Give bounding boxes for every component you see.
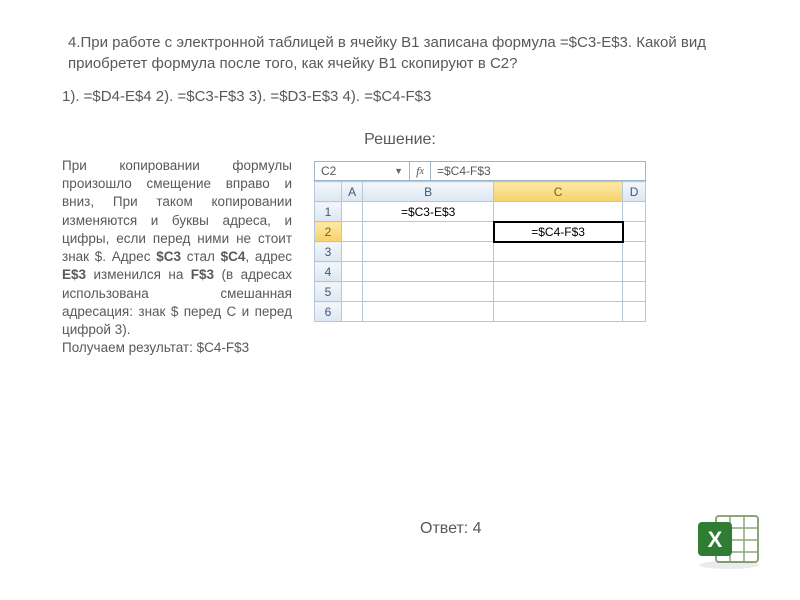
row-header-1[interactable]: 1 (315, 202, 342, 222)
spreadsheet-grid: A B C D 1 =$С3-E$3 2 =$C4-F$3 3 (314, 181, 646, 322)
cell-a2[interactable] (342, 222, 363, 242)
cell-c2[interactable]: =$C4-F$3 (494, 222, 623, 242)
row-header-5[interactable]: 5 (315, 282, 342, 302)
cell-b3[interactable] (363, 242, 494, 262)
cell-d6[interactable] (623, 302, 646, 322)
final-answer: Ответ: 4 (420, 520, 482, 538)
cell-d1[interactable] (623, 202, 646, 222)
formula-bar: C2 ▼ fx =$C4-F$3 (314, 161, 646, 181)
cell-a3[interactable] (342, 242, 363, 262)
excel-icon: X (694, 510, 764, 570)
col-header-b[interactable]: B (363, 182, 494, 202)
row-header-4[interactable]: 4 (315, 262, 342, 282)
row-header-3[interactable]: 3 (315, 242, 342, 262)
cell-d5[interactable] (623, 282, 646, 302)
svg-text:X: X (708, 527, 723, 552)
cell-d4[interactable] (623, 262, 646, 282)
cell-a6[interactable] (342, 302, 363, 322)
cell-c5[interactable] (494, 282, 623, 302)
question-text: 4.При работе с электронной таблицей в яч… (0, 0, 800, 74)
corner-cell[interactable] (315, 182, 342, 202)
col-header-d[interactable]: D (623, 182, 646, 202)
cell-c3[interactable] (494, 242, 623, 262)
cell-d3[interactable] (623, 242, 646, 262)
answer-options: 1). =$D4-E$4 2). =$C3-F$3 3). =$D3-E$3 4… (0, 74, 800, 107)
cell-b4[interactable] (363, 262, 494, 282)
cell-c4[interactable] (494, 262, 623, 282)
col-header-c[interactable]: C (494, 182, 623, 202)
cell-a5[interactable] (342, 282, 363, 302)
cell-b6[interactable] (363, 302, 494, 322)
row-header-2[interactable]: 2 (315, 222, 342, 242)
name-box[interactable]: C2 ▼ (315, 162, 410, 180)
spreadsheet-fragment: C2 ▼ fx =$C4-F$3 A B C D 1 =$С3-E$3 (314, 157, 788, 357)
cell-c1[interactable] (494, 202, 623, 222)
solution-heading: Решение: (0, 107, 800, 157)
cell-a4[interactable] (342, 262, 363, 282)
cell-b5[interactable] (363, 282, 494, 302)
cell-c6[interactable] (494, 302, 623, 322)
col-header-a[interactable]: A (342, 182, 363, 202)
cell-d2[interactable] (623, 222, 646, 242)
formula-value[interactable]: =$C4-F$3 (431, 162, 645, 180)
row-header-6[interactable]: 6 (315, 302, 342, 322)
active-cell-ref: C2 (321, 164, 336, 178)
cell-a1[interactable] (342, 202, 363, 222)
cell-b2[interactable] (363, 222, 494, 242)
cell-b1[interactable]: =$С3-E$3 (363, 202, 494, 222)
fx-icon[interactable]: fx (410, 162, 431, 180)
dropdown-icon[interactable]: ▼ (394, 166, 403, 176)
explanation-text: При копировании формулы произошло смещен… (62, 157, 292, 357)
